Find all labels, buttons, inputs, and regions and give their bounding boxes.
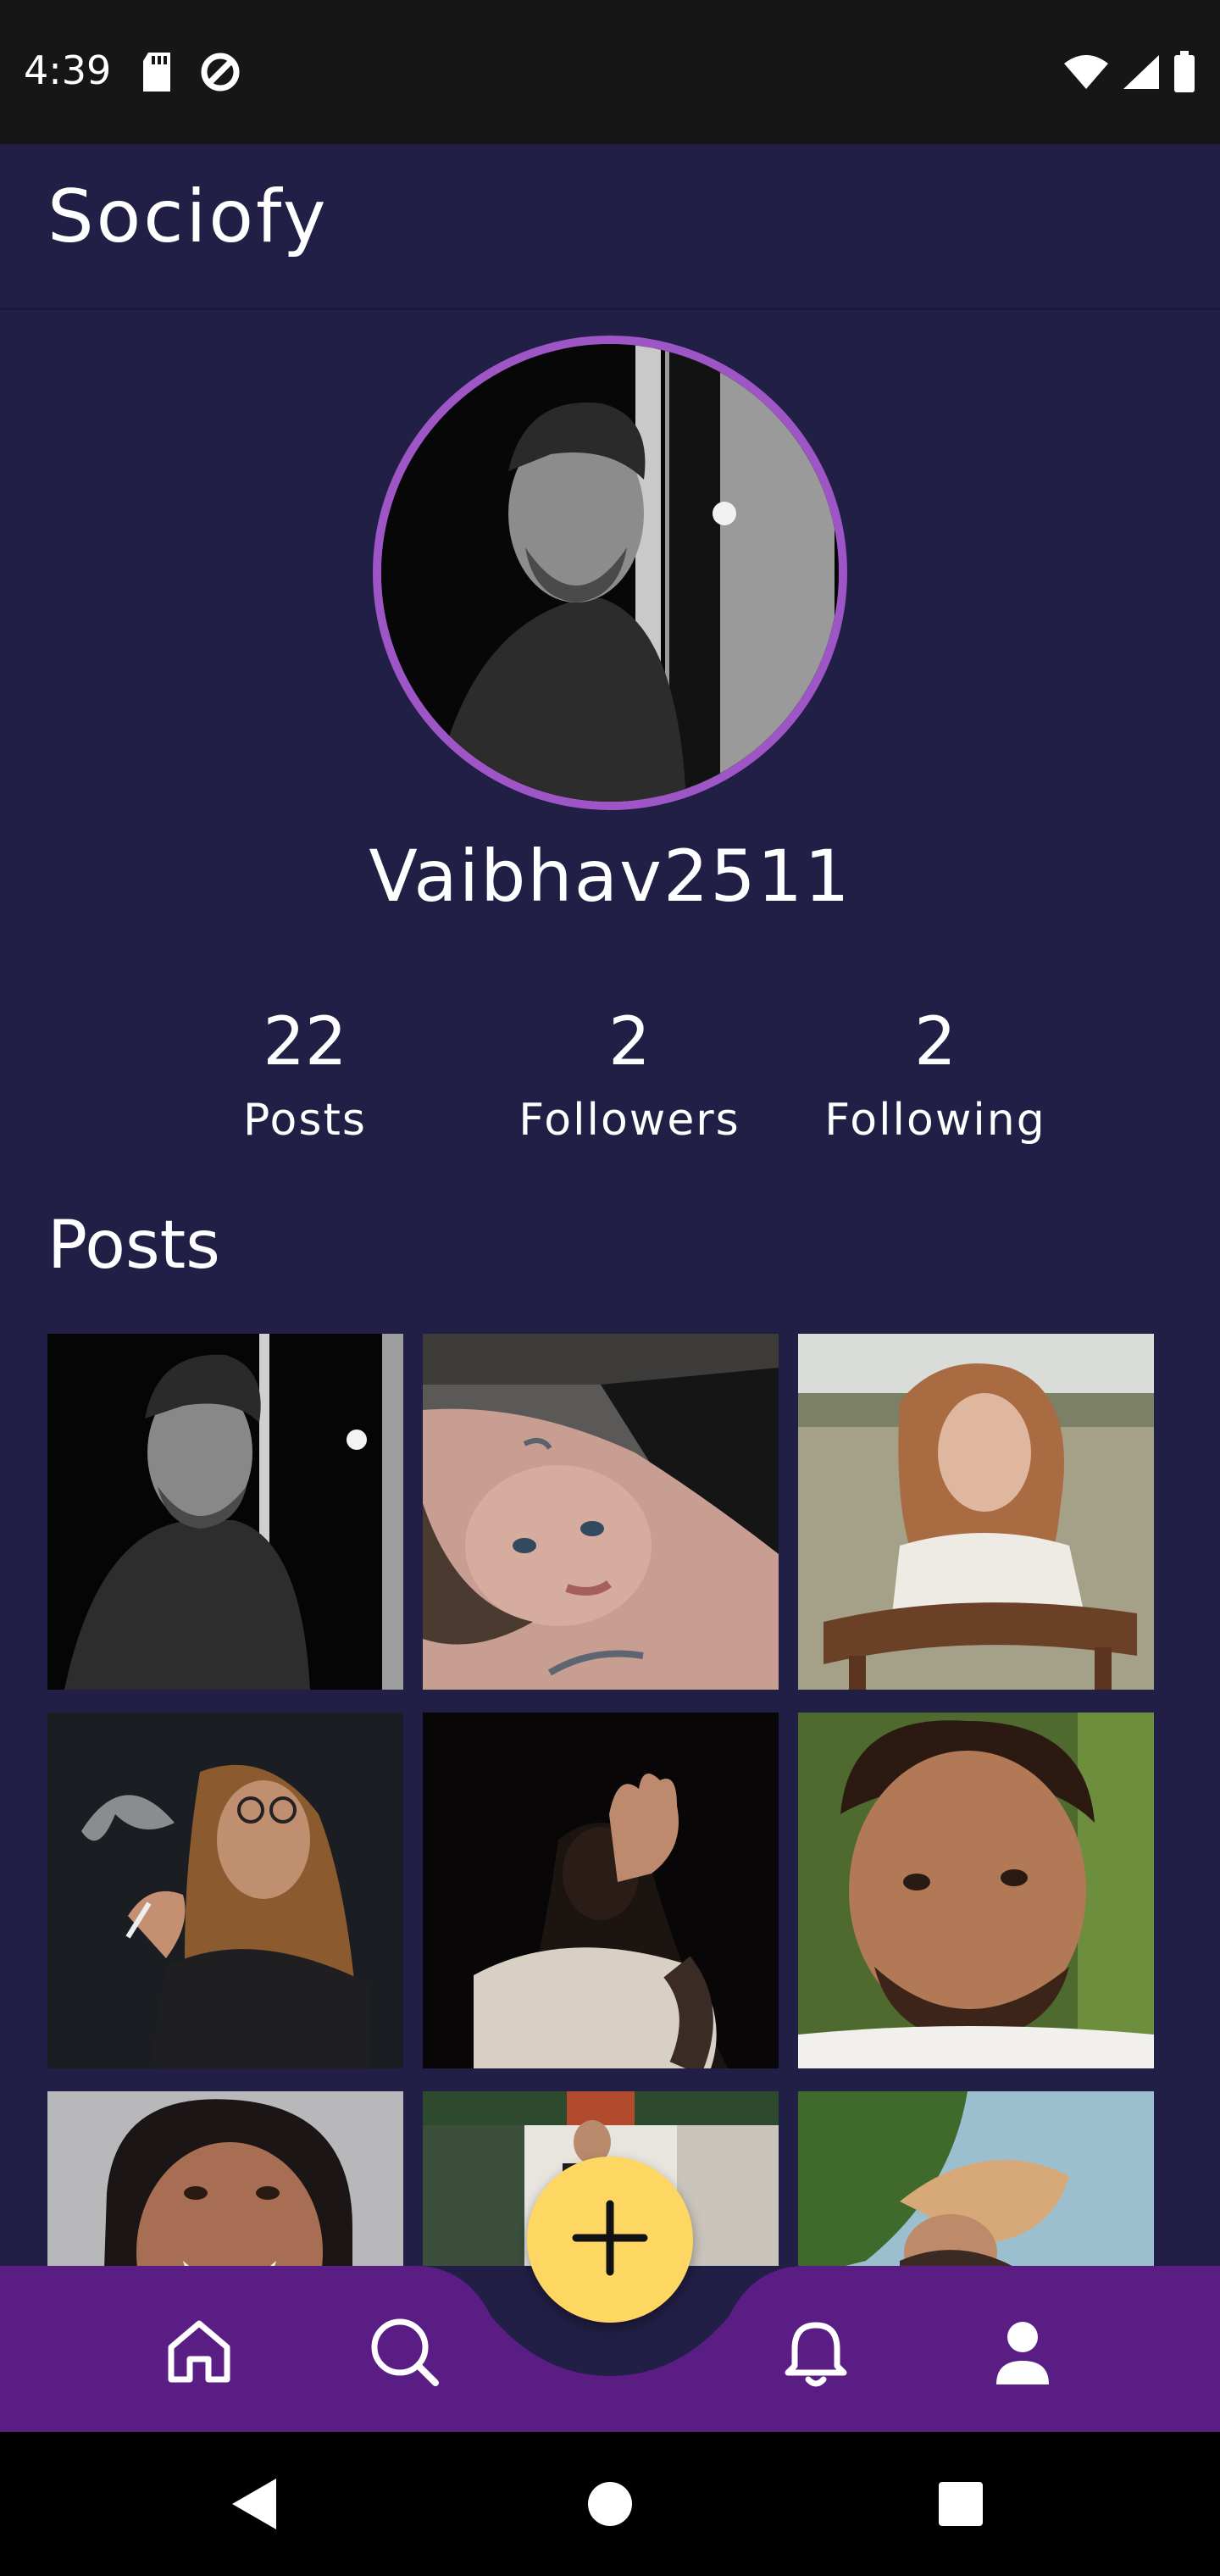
status-bar: 4:39 — [0, 0, 1220, 144]
post-thumbnail-woman-field[interactable] — [798, 1334, 1154, 1690]
bell-icon[interactable] — [778, 2313, 854, 2390]
profile-avatar[interactable] — [373, 336, 847, 810]
home-circle-icon[interactable] — [568, 2462, 652, 2546]
back-icon[interactable] — [212, 2462, 297, 2546]
profile-username: Vaibhav2511 — [369, 835, 851, 918]
stat-posts-label: Posts — [243, 1095, 367, 1146]
search-icon[interactable] — [366, 2313, 442, 2390]
app-logo: Sociofy — [47, 175, 329, 259]
profile-icon[interactable] — [984, 2313, 1061, 2390]
post-thumbnail-woman-smiling[interactable] — [47, 2091, 403, 2266]
profile-screen: 4:39 Sociofy Vaibhav2511 22 Posts 2 Foll… — [0, 0, 1220, 2576]
recents-icon[interactable] — [918, 2462, 1003, 2546]
home-icon[interactable] — [161, 2313, 237, 2390]
stat-posts[interactable]: 22 Posts — [127, 1000, 483, 1146]
battery-icon — [1173, 51, 1196, 97]
posts-section-title: Posts — [47, 1208, 220, 1284]
sd-card-icon — [140, 51, 174, 97]
post-thumbnail-man-closeup[interactable] — [798, 1713, 1154, 2068]
stat-following-count: 2 — [914, 1004, 957, 1080]
stat-followers[interactable]: 2 Followers — [452, 1000, 807, 1146]
stat-posts-count: 22 — [263, 1004, 347, 1080]
stat-following-label: Following — [824, 1095, 1046, 1146]
post-thumbnail-woman-hat[interactable] — [798, 2091, 1154, 2266]
post-thumbnail-woman-lying[interactable] — [423, 1334, 779, 1690]
wifi-icon — [1062, 53, 1110, 94]
stat-followers-label: Followers — [518, 1095, 740, 1146]
data-saver-icon — [199, 51, 241, 97]
post-thumbnail-bw-man[interactable] — [47, 1334, 403, 1690]
add-icon — [569, 2197, 651, 2282]
stat-following[interactable]: 2 Following — [757, 1000, 1113, 1146]
post-thumbnail-hand-dark[interactable] — [423, 1713, 779, 2068]
cellular-signal-icon — [1122, 53, 1161, 94]
add-post-button[interactable] — [527, 2157, 693, 2323]
status-time: 4:39 — [24, 47, 112, 93]
app-header: Sociofy — [0, 144, 1220, 310]
stat-followers-count: 2 — [608, 1004, 651, 1080]
post-thumbnail-woman-smoke[interactable] — [47, 1713, 403, 2068]
